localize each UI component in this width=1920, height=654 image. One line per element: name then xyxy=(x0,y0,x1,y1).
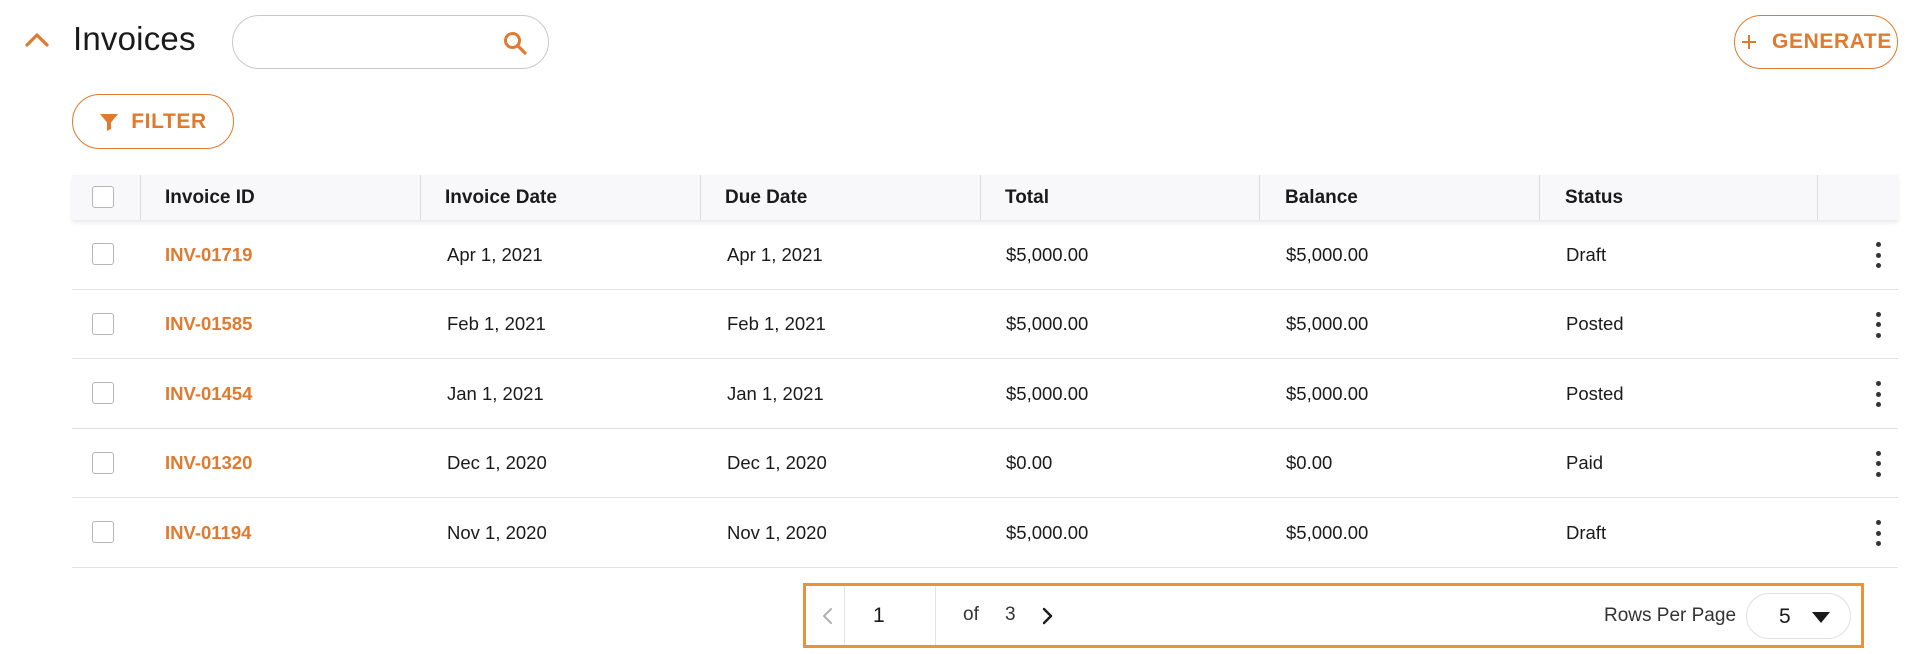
invoices-table: Invoice ID Invoice Date Due Date Total B… xyxy=(72,175,1898,568)
column-divider xyxy=(980,175,981,220)
invoice-date-cell: Nov 1, 2020 xyxy=(447,521,547,543)
column-header-total[interactable]: Total xyxy=(1005,175,1049,220)
row-checkbox[interactable] xyxy=(92,312,114,335)
total-cell: $0.00 xyxy=(1006,452,1053,473)
balance-cell: $5,000.00 xyxy=(1286,313,1369,334)
kebab-menu-icon[interactable] xyxy=(1870,379,1886,409)
page-header: Invoices GENERATE xyxy=(0,0,1920,84)
invoice-date-cell: Jan 1, 2021 xyxy=(447,382,544,404)
balance-cell: $5,000.00 xyxy=(1286,521,1369,543)
page-title: Invoices xyxy=(73,20,196,57)
invoice-id-link[interactable]: INV-01454 xyxy=(165,359,252,428)
row-checkbox[interactable] xyxy=(92,382,114,404)
total-cell: $5,000.00 xyxy=(1006,313,1089,334)
table-row[interactable]: INV-01585 Feb 1, 2021 Feb 1, 2021 $5,000… xyxy=(72,290,1898,359)
table-row[interactable]: INV-01320 Dec 1, 2020 Dec 1, 2020 $0.00 … xyxy=(72,429,1898,498)
balance-cell: $0.00 xyxy=(1286,452,1333,473)
row-checkbox[interactable] xyxy=(92,521,114,543)
status-cell: Paid xyxy=(1566,452,1604,473)
due-date-cell: Apr 1, 2021 xyxy=(727,243,823,265)
table-row[interactable]: INV-01454 Jan 1, 2021 Jan 1, 2021 $5,000… xyxy=(72,359,1898,429)
kebab-menu-icon[interactable] xyxy=(1870,518,1886,548)
of-label: of xyxy=(963,604,979,625)
status-cell: Posted xyxy=(1566,382,1624,404)
invoice-date-cell: Feb 1, 2021 xyxy=(447,313,546,334)
caret-down-icon xyxy=(1812,612,1830,623)
rows-per-page-select[interactable]: 5 xyxy=(1746,593,1851,639)
status-cell: Draft xyxy=(1566,243,1607,265)
column-header-due-date[interactable]: Due Date xyxy=(725,175,807,220)
invoice-id-link[interactable]: INV-01320 xyxy=(165,429,252,498)
row-checkbox[interactable] xyxy=(92,451,114,474)
balance-cell: $5,000.00 xyxy=(1286,243,1369,265)
filter-button-label: FILTER xyxy=(131,109,207,133)
column-header-invoice-id[interactable]: Invoice ID xyxy=(165,175,255,220)
kebab-menu-icon[interactable] xyxy=(1870,240,1886,270)
invoice-date-cell: Dec 1, 2020 xyxy=(447,452,547,473)
pagination-bar: of 3 Rows Per Page 5 xyxy=(803,583,1864,648)
column-divider xyxy=(420,175,421,220)
due-date-cell: Dec 1, 2020 xyxy=(727,452,827,473)
generate-button[interactable]: GENERATE xyxy=(1734,15,1898,69)
status-cell: Posted xyxy=(1566,313,1624,334)
rows-per-page-label: Rows Per Page xyxy=(1604,605,1737,626)
page-number-field xyxy=(844,586,936,645)
page-number-input[interactable] xyxy=(845,586,935,645)
filter-button[interactable]: FILTER xyxy=(72,94,234,149)
kebab-menu-icon[interactable] xyxy=(1870,449,1886,479)
table-row[interactable]: INV-01719 Apr 1, 2021 Apr 1, 2021 $5,000… xyxy=(72,220,1898,290)
column-divider xyxy=(1817,175,1818,220)
chevron-left-icon[interactable] xyxy=(818,602,838,630)
rows-per-page-value: 5 xyxy=(1779,605,1791,628)
select-all-checkbox[interactable] xyxy=(92,186,114,208)
chevron-right-icon[interactable] xyxy=(1037,602,1057,630)
invoice-id-link[interactable]: INV-01585 xyxy=(165,290,252,359)
total-cell: $5,000.00 xyxy=(1006,521,1089,543)
column-header-invoice-date[interactable]: Invoice Date xyxy=(445,175,557,220)
invoice-date-cell: Apr 1, 2021 xyxy=(447,243,543,265)
total-cell: $5,000.00 xyxy=(1006,382,1089,404)
status-cell: Draft xyxy=(1566,521,1607,543)
due-date-cell: Jan 1, 2021 xyxy=(727,382,824,404)
due-date-cell: Feb 1, 2021 xyxy=(727,313,826,334)
funnel-icon xyxy=(100,113,119,131)
column-header-balance[interactable]: Balance xyxy=(1285,175,1358,220)
table-header: Invoice ID Invoice Date Due Date Total B… xyxy=(72,175,1898,220)
total-cell: $5,000.00 xyxy=(1006,243,1089,265)
plus-icon xyxy=(1742,35,1757,49)
search-box xyxy=(232,15,549,69)
search-input[interactable] xyxy=(253,24,493,60)
due-date-cell: Nov 1, 2020 xyxy=(727,521,827,543)
table-row[interactable]: INV-01194 Nov 1, 2020 Nov 1, 2020 $5,000… xyxy=(72,498,1898,568)
column-header-status[interactable]: Status xyxy=(1565,175,1623,220)
column-divider xyxy=(140,175,141,220)
invoice-id-link[interactable]: INV-01194 xyxy=(165,498,251,567)
kebab-menu-icon[interactable] xyxy=(1870,310,1886,340)
column-divider xyxy=(1539,175,1540,220)
chevron-up-icon xyxy=(25,33,49,47)
balance-cell: $5,000.00 xyxy=(1286,382,1369,404)
column-divider xyxy=(1259,175,1260,220)
invoice-id-link[interactable]: INV-01719 xyxy=(165,220,252,289)
total-pages: 3 xyxy=(1005,604,1016,625)
collapse-button[interactable] xyxy=(22,26,52,52)
column-divider xyxy=(700,175,701,220)
row-checkbox[interactable] xyxy=(92,243,114,265)
search-icon[interactable] xyxy=(502,30,528,56)
generate-button-label: GENERATE xyxy=(1772,30,1892,53)
